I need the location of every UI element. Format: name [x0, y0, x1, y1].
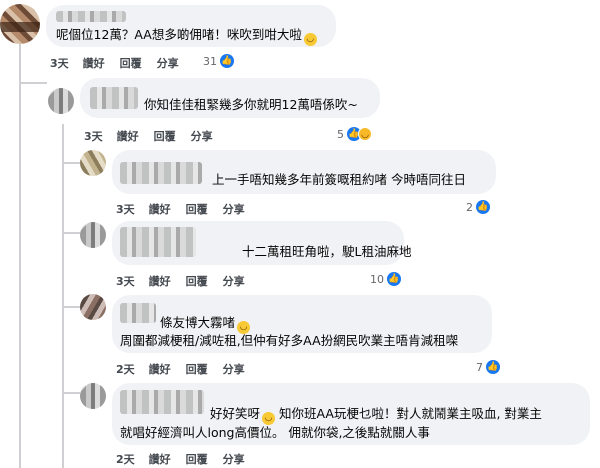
reaction-count: 10	[370, 272, 384, 286]
reaction-count: 2	[466, 200, 473, 214]
comment-bubble: 上一手唔知幾多年前簽嘅租約啫 今時唔同往日	[112, 150, 496, 194]
comment-text-line-1: 條友博大霧啫 ◡	[160, 314, 251, 334]
reply-connector	[62, 306, 80, 308]
avatar[interactable]	[80, 150, 106, 176]
reaction-count: 5	[337, 127, 344, 141]
like-button[interactable]: 讚好	[149, 201, 171, 217]
like-reaction-icon: 👍	[476, 200, 490, 214]
like-button[interactable]: 讚好	[149, 273, 171, 289]
comment-timestamp[interactable]: 3天	[50, 55, 69, 71]
commenter-name-redacted[interactable]	[120, 227, 196, 257]
like-button[interactable]: 讚好	[149, 451, 171, 467]
comment-actions: 2天 讚好 回覆 分享	[116, 451, 260, 467]
reply-connector	[62, 392, 80, 394]
comment-text: 呢個位12萬？AA想多啲佣啫！咪吹到咁大啦 ◡	[56, 26, 317, 46]
like-button[interactable]: 讚好	[83, 55, 105, 71]
reply-button[interactable]: 回覆	[154, 128, 176, 144]
comment-bubble: 你知佳佳租緊幾多你就明12萬唔係吹~	[80, 78, 380, 118]
reply-button[interactable]: 回覆	[186, 451, 208, 467]
like-button[interactable]: 讚好	[117, 128, 139, 144]
reaction-summary[interactable]: 7 👍	[476, 360, 500, 374]
comment-actions: 3天 讚好 回覆 分享	[116, 201, 260, 217]
comment-text: 十二萬租旺角啦，駛L租油麻地	[242, 244, 412, 259]
like-reaction-icon: 👍	[486, 360, 500, 374]
reply-button[interactable]: 回覆	[186, 201, 208, 217]
comment-actions: 2天 讚好 回覆 分享	[116, 361, 260, 377]
comment-bubble: 呢個位12萬？AA想多啲佣啫！咪吹到咁大啦 ◡	[46, 5, 336, 47]
share-button[interactable]: 分享	[223, 273, 245, 289]
comment-timestamp[interactable]: 2天	[116, 451, 135, 467]
avatar[interactable]	[80, 222, 106, 248]
avatar[interactable]	[80, 383, 106, 409]
comment-text-line-2: 就唱好經濟叫人long高價位。 佣就你袋,之後點就關人事	[120, 425, 430, 440]
avatar[interactable]	[80, 294, 106, 320]
reaction-summary[interactable]: 10 👍	[370, 272, 401, 286]
avatar[interactable]	[0, 4, 40, 44]
comment-bubble: 好好笑呀 ◡ 知你班AA玩梗乜啦！對人就鬧業主吸血, 對業主 就唱好經濟叫人lon…	[112, 383, 590, 445]
reply-connector	[62, 162, 80, 164]
like-button[interactable]: 讚好	[149, 361, 171, 377]
reply-connector	[19, 82, 47, 84]
reaction-count: 31	[203, 54, 217, 68]
comment-text-line-1: 好好笑呀 ◡ 知你班AA玩梗乜啦！對人就鬧業主吸血, 對業主	[210, 406, 542, 425]
like-reaction-icon: 👍	[387, 272, 401, 286]
share-button[interactable]: 分享	[223, 451, 245, 467]
comment-actions: 3天 讚好 回覆 分享	[50, 55, 194, 71]
commenter-name-redacted[interactable]	[120, 390, 204, 414]
share-button[interactable]: 分享	[223, 361, 245, 377]
comment-text: 上一手唔知幾多年前簽嘅租約啫 今時唔同往日	[212, 172, 466, 187]
comment-timestamp[interactable]: 2天	[116, 361, 135, 377]
reply-button[interactable]: 回覆	[186, 273, 208, 289]
reaction-summary[interactable]: 31 👍	[203, 54, 234, 68]
share-button[interactable]: 分享	[157, 55, 179, 71]
comment-text-line-2: 周圍都減梗租/減咗租,但仲有好多AA扮網民吹業主唔肯減租㗎	[120, 333, 459, 348]
commenter-name-redacted[interactable]	[120, 162, 202, 184]
comment-timestamp[interactable]: 3天	[84, 128, 103, 144]
comment-text: 你知佳佳租緊幾多你就明12萬唔係吹~	[144, 97, 358, 112]
comment-timestamp[interactable]: 3天	[116, 273, 135, 289]
comment-actions: 3天 讚好 回覆 分享	[84, 128, 228, 144]
laughing-emoji-icon: ◡	[303, 33, 317, 46]
reaction-summary[interactable]: 2 👍	[466, 200, 490, 214]
reply-button[interactable]: 回覆	[120, 55, 142, 71]
comment-bubble: 條友博大霧啫 ◡ 周圍都減梗租/減咗租,但仲有好多AA扮網民吹業主唔肯減租㗎	[112, 295, 492, 353]
haha-reaction-icon: ◡	[358, 127, 372, 141]
thread-line-nested	[62, 124, 64, 468]
commenter-name-redacted[interactable]	[56, 11, 126, 22]
comment-timestamp[interactable]: 3天	[116, 201, 135, 217]
commenter-name-redacted[interactable]	[120, 303, 156, 323]
reaction-count: 7	[476, 360, 483, 374]
comment-actions: 3天 讚好 回覆 分享	[116, 273, 260, 289]
thread-line-main	[19, 42, 21, 468]
reaction-summary[interactable]: 5 👍 ◡	[337, 127, 372, 141]
reply-button[interactable]: 回覆	[186, 361, 208, 377]
like-reaction-icon: 👍	[220, 54, 234, 68]
commenter-name-redacted[interactable]	[90, 87, 138, 109]
reply-connector	[62, 232, 80, 234]
share-button[interactable]: 分享	[223, 201, 245, 217]
share-button[interactable]: 分享	[191, 128, 213, 144]
comment-bubble: 十二萬租旺角啦，駛L租油麻地	[112, 221, 411, 265]
avatar[interactable]	[48, 88, 74, 114]
